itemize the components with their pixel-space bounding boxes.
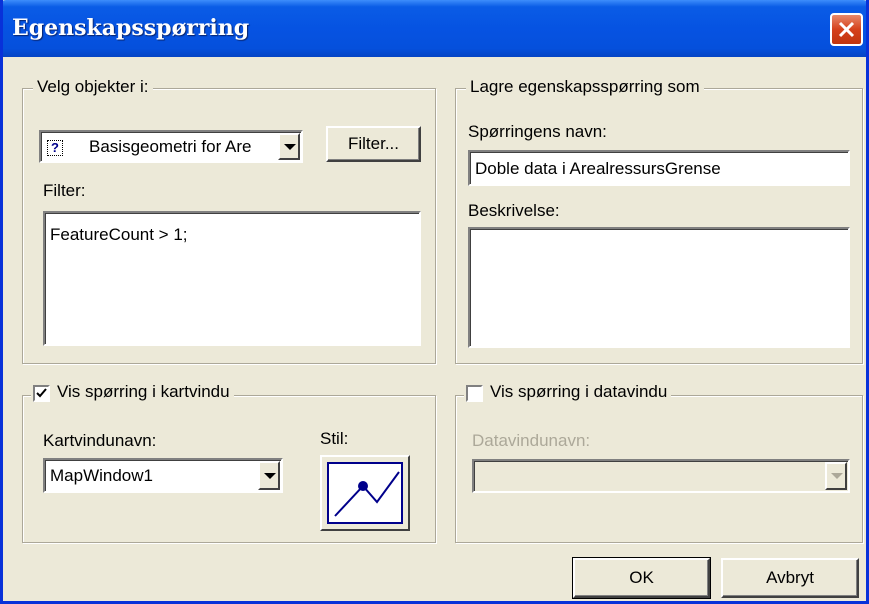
description-textarea[interactable] — [468, 227, 850, 348]
map-window-group: Vis spørring i kartvindu Kartvindunavn: … — [22, 382, 436, 543]
description-label: Beskrivelse: — [468, 201, 560, 220]
select-objects-legend: Velg objekter i: — [33, 77, 153, 97]
title-bar[interactable]: Egenskapsspørring — [3, 0, 866, 57]
query-name-input[interactable]: Doble data i ArealressursGrense — [468, 150, 850, 186]
map-window-legend: Vis spørring i kartvindu — [31, 382, 234, 402]
data-window-checkbox[interactable] — [466, 385, 483, 402]
map-window-checkbox-label: Vis spørring i kartvindu — [57, 382, 230, 401]
source-value: Basisgeometri for Are — [89, 137, 252, 156]
line-style-icon — [334, 471, 400, 517]
checkmark-icon — [36, 388, 47, 398]
ok-button[interactable]: OK — [572, 557, 711, 599]
map-name-value: MapWindow1 — [50, 466, 153, 485]
source-dropdown-arrow[interactable] — [278, 133, 300, 160]
dialog-body: Velg objekter i: ? Basisgeometri for Are… — [3, 57, 866, 601]
map-name-label: Kartvindunavn: — [43, 431, 157, 450]
source-dropdown[interactable]: ? Basisgeometri for Are — [39, 130, 303, 163]
map-name-dropdown[interactable]: MapWindow1 — [43, 458, 283, 493]
query-name-label: Spørringens navn: — [468, 122, 607, 141]
data-window-checkbox-label: Vis spørring i datavindu — [490, 382, 668, 401]
save-query-group: Lagre egenskapsspørring som Spørringens … — [455, 77, 863, 364]
data-name-dropdown[interactable] — [472, 459, 850, 493]
save-query-legend: Lagre egenskapsspørring som — [466, 77, 704, 97]
close-icon — [838, 21, 855, 38]
filter-button[interactable]: Filter... — [326, 126, 421, 162]
select-objects-group: Velg objekter i: ? Basisgeometri for Are… — [22, 77, 436, 364]
data-window-group: Vis spørring i datavindu Datavindunavn: — [455, 382, 863, 543]
query-dialog: Egenskapsspørring Velg objekter i: ? Bas… — [0, 0, 869, 604]
ok-button-label: OK — [629, 568, 654, 587]
filter-label: Filter: — [43, 181, 86, 200]
question-mark-icon: ? — [47, 140, 63, 156]
data-name-dropdown-arrow[interactable] — [825, 462, 847, 490]
filter-text: FeatureCount > 1; — [50, 225, 188, 244]
close-button[interactable] — [830, 13, 863, 46]
map-window-checkbox[interactable] — [33, 385, 50, 402]
query-name-value: Doble data i ArealressursGrense — [475, 159, 721, 178]
cancel-button-label: Avbryt — [766, 568, 814, 587]
style-preview — [327, 462, 403, 524]
cancel-button[interactable]: Avbryt — [721, 558, 859, 598]
style-button[interactable] — [320, 455, 410, 531]
style-label: Stil: — [320, 429, 349, 448]
filter-button-label: Filter... — [347, 134, 399, 153]
dialog-title: Egenskapsspørring — [12, 15, 250, 41]
data-window-legend: Vis spørring i datavindu — [464, 382, 672, 402]
map-name-dropdown-arrow[interactable] — [258, 461, 280, 490]
data-name-label: Datavindunavn: — [472, 431, 591, 450]
filter-textarea[interactable]: FeatureCount > 1; — [43, 211, 421, 346]
